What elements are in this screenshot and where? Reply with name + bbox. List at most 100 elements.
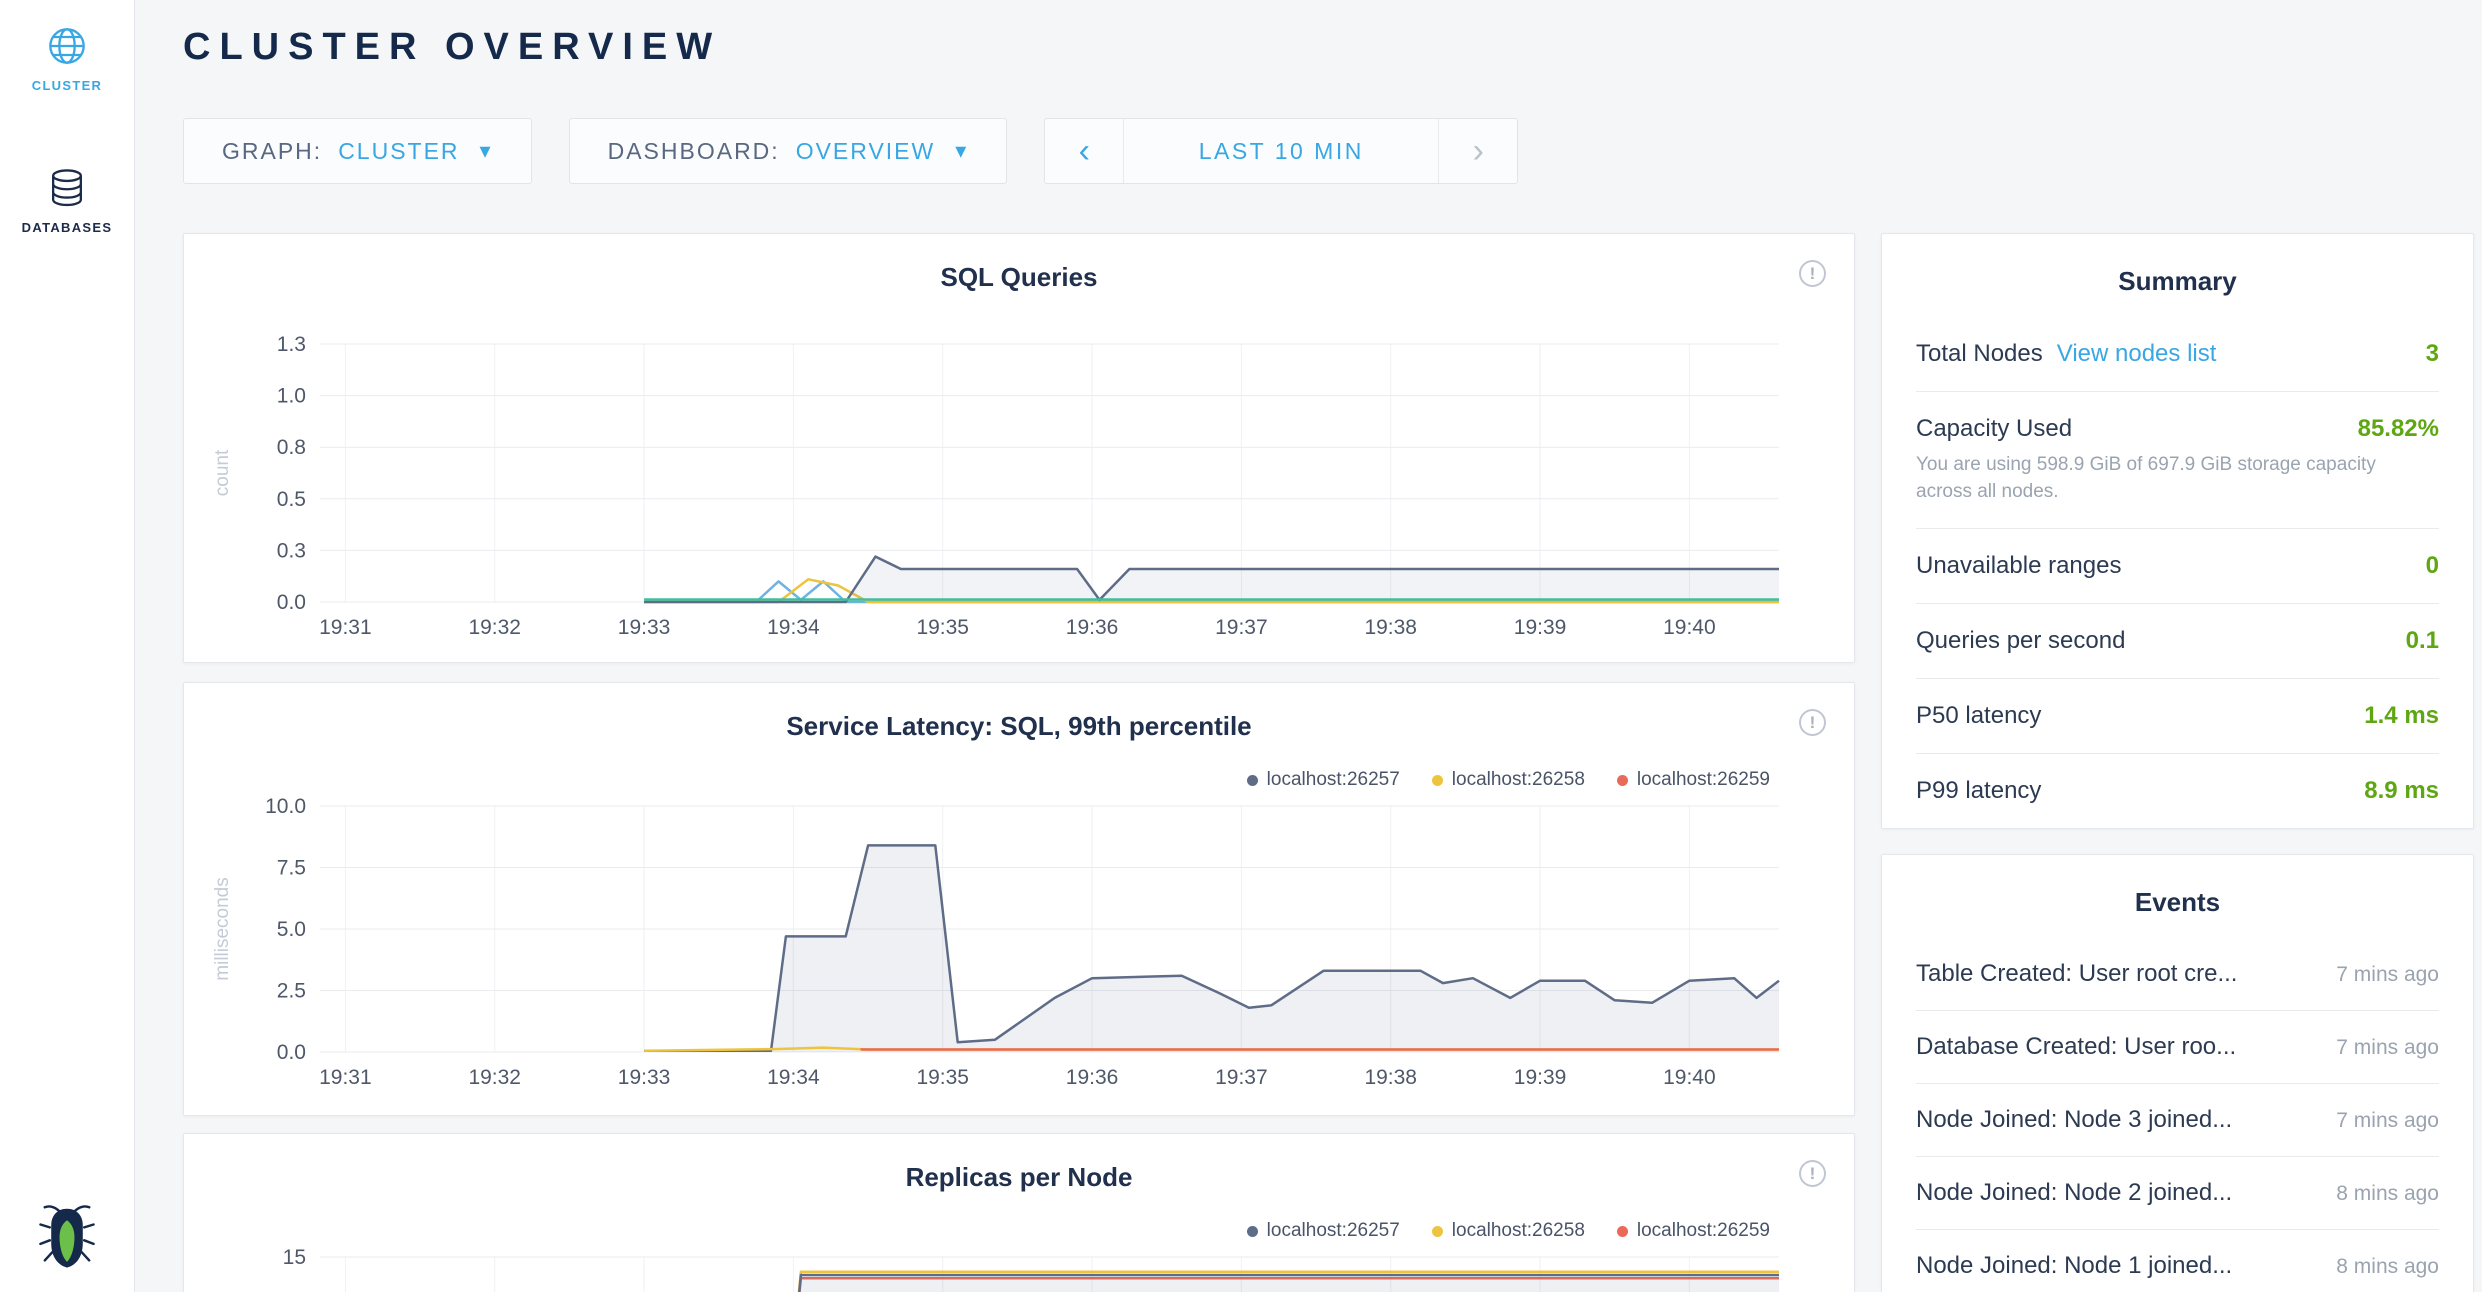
page-title: CLUSTER OVERVIEW: [183, 26, 721, 69]
chart-title: SQL Queries: [184, 262, 1854, 293]
events-panel: Events Table Created: User root cre... 7…: [1881, 854, 2474, 1292]
svg-text:19:39: 19:39: [1514, 1066, 1567, 1089]
svg-text:0.5: 0.5: [277, 488, 306, 511]
svg-text:19:35: 19:35: [916, 616, 969, 639]
legend-label: localhost:26259: [1637, 1220, 1770, 1242]
svg-text:19:38: 19:38: [1364, 616, 1417, 639]
sidebar-item-cluster[interactable]: CLUSTER: [0, 26, 134, 93]
info-icon[interactable]: !: [1799, 709, 1826, 736]
legend-label: localhost:26258: [1452, 769, 1585, 791]
summary-value: 0.1: [2406, 627, 2439, 655]
info-icon[interactable]: !: [1799, 260, 1826, 287]
chevron-down-icon: ▾: [955, 140, 968, 162]
legend-label: localhost:26257: [1267, 1220, 1400, 1242]
graph-dropdown[interactable]: GRAPH: CLUSTER ▾: [183, 118, 532, 184]
summary-label: P50 latency: [1916, 702, 2041, 730]
sidebar-item-label: CLUSTER: [0, 78, 134, 93]
svg-text:1.3: 1.3: [277, 334, 306, 356]
time-next-button[interactable]: ›: [1439, 119, 1517, 183]
dashboard-controls: GRAPH: CLUSTER ▾ DASHBOARD: OVERVIEW ▾ ‹…: [183, 118, 1518, 184]
event-row: Node Joined: Node 1 joined... 8 mins ago: [1916, 1230, 2439, 1292]
svg-text:19:36: 19:36: [1066, 1066, 1119, 1089]
service-latency-chart[interactable]: 19:3119:3219:3319:3419:3519:3619:3719:38…: [184, 793, 1855, 1113]
summary-row-p50-latency: P50 latency 1.4 ms: [1916, 679, 2439, 754]
summary-label: Capacity Used: [1916, 415, 2072, 443]
chevron-down-icon: ▾: [480, 140, 493, 162]
cluster-overview-page: CLUSTER DATABASES: [0, 0, 2482, 1292]
svg-text:0.0: 0.0: [277, 591, 306, 614]
dashboard-dropdown[interactable]: DASHBOARD: OVERVIEW ▾: [569, 118, 1008, 184]
legend-label: localhost:26259: [1637, 769, 1770, 791]
svg-text:19:40: 19:40: [1663, 616, 1716, 639]
svg-text:19:32: 19:32: [468, 616, 521, 639]
event-row: Table Created: User root cre... 7 mins a…: [1916, 938, 2439, 1011]
sidebar-item-databases[interactable]: DATABASES: [0, 168, 134, 235]
summary-row-unavailable-ranges: Unavailable ranges 0: [1916, 529, 2439, 604]
event-row: Node Joined: Node 3 joined... 7 mins ago: [1916, 1084, 2439, 1157]
dashboard-dropdown-value: OVERVIEW: [796, 138, 936, 165]
chart-title: Service Latency: SQL, 99th percentile: [184, 711, 1854, 742]
summary-label: P99 latency: [1916, 777, 2041, 805]
summary-row-queries-per-second: Queries per second 0.1: [1916, 604, 2439, 679]
event-time: 8 mins ago: [2336, 1255, 2439, 1279]
svg-text:19:31: 19:31: [319, 1066, 372, 1089]
summary-value: 0: [2426, 552, 2439, 580]
summary-row-p99-latency: P99 latency 8.9 ms: [1916, 754, 2439, 828]
info-icon[interactable]: !: [1799, 1160, 1826, 1187]
summary-value: 8.9 ms: [2364, 777, 2439, 805]
svg-text:19:33: 19:33: [618, 616, 671, 639]
event-text: Node Joined: Node 3 joined...: [1916, 1106, 2232, 1134]
event-row: Node Joined: Node 2 joined... 8 mins ago: [1916, 1157, 2439, 1230]
capacity-note: You are using 598.9 GiB of 697.9 GiB sto…: [1916, 452, 2396, 505]
graph-dropdown-label: GRAPH:: [222, 138, 322, 165]
time-window-selector: ‹ LAST 10 MIN ›: [1044, 118, 1518, 184]
view-nodes-link[interactable]: View nodes list: [2057, 340, 2217, 367]
sidebar: CLUSTER DATABASES: [0, 0, 135, 1292]
chart-card-service-latency: Service Latency: SQL, 99th percentile ! …: [183, 682, 1855, 1116]
cockroachdb-logo: [0, 1203, 134, 1274]
svg-text:19:40: 19:40: [1663, 1066, 1716, 1089]
legend-item: localhost:26257: [1247, 1220, 1400, 1242]
svg-text:19:31: 19:31: [319, 616, 372, 639]
sql-queries-chart[interactable]: 19:3119:3219:3319:3419:3519:3619:3719:38…: [184, 334, 1855, 654]
event-time: 7 mins ago: [2336, 1036, 2439, 1060]
globe-icon: [47, 26, 87, 66]
svg-text:19:32: 19:32: [468, 1066, 521, 1089]
legend-item: localhost:26258: [1432, 1220, 1585, 1242]
chart-card-sql-queries: SQL Queries ! 19:31 19:32 19:33 19:34 19:35 1…: [183, 233, 1855, 663]
svg-text:1.0: 1.0: [277, 385, 306, 408]
event-time: 8 mins ago: [2336, 1182, 2439, 1206]
chart-title: Replicas per Node: [184, 1162, 1854, 1193]
time-prev-button[interactable]: ‹: [1045, 119, 1123, 183]
event-text: Database Created: User roo...: [1916, 1033, 2236, 1061]
svg-text:0.0: 0.0: [277, 1041, 306, 1064]
event-time: 7 mins ago: [2336, 963, 2439, 987]
svg-text:15: 15: [283, 1246, 306, 1269]
legend-label: localhost:26258: [1452, 1220, 1585, 1242]
svg-text:19:38: 19:38: [1364, 1066, 1417, 1089]
summary-panel: Summary Total NodesView nodes list 3 Cap…: [1881, 233, 2474, 829]
event-text: Node Joined: Node 2 joined...: [1916, 1179, 2232, 1207]
event-text: Node Joined: Node 1 joined...: [1916, 1252, 2232, 1280]
replicas-per-node-chart[interactable]: 19:3119:3219:3319:3419:3519:3619:3719:38…: [184, 1244, 1855, 1292]
summary-value: 1.4 ms: [2364, 702, 2439, 730]
legend-dot-icon: [1247, 775, 1258, 786]
summary-title: Summary: [1882, 234, 2473, 297]
event-row: Database Created: User roo... 7 mins ago: [1916, 1011, 2439, 1084]
legend-dot-icon: [1432, 775, 1443, 786]
svg-text:19:39: 19:39: [1514, 616, 1567, 639]
svg-text:19:37: 19:37: [1215, 616, 1268, 639]
event-text: Table Created: User root cre...: [1916, 960, 2237, 988]
legend-item: localhost:26259: [1617, 1220, 1770, 1242]
svg-text:0.8: 0.8: [277, 436, 306, 459]
svg-text:5.0: 5.0: [277, 918, 306, 941]
svg-text:19:35: 19:35: [916, 1066, 969, 1089]
graph-dropdown-value: CLUSTER: [338, 138, 459, 165]
legend-dot-icon: [1617, 775, 1628, 786]
time-range-button[interactable]: LAST 10 MIN: [1123, 119, 1439, 183]
svg-text:19:34: 19:34: [767, 616, 820, 639]
summary-label: Unavailable ranges: [1916, 552, 2121, 580]
summary-value: 3: [2426, 340, 2439, 368]
svg-text:19:34: 19:34: [767, 1066, 820, 1089]
legend-dot-icon: [1247, 1226, 1258, 1237]
